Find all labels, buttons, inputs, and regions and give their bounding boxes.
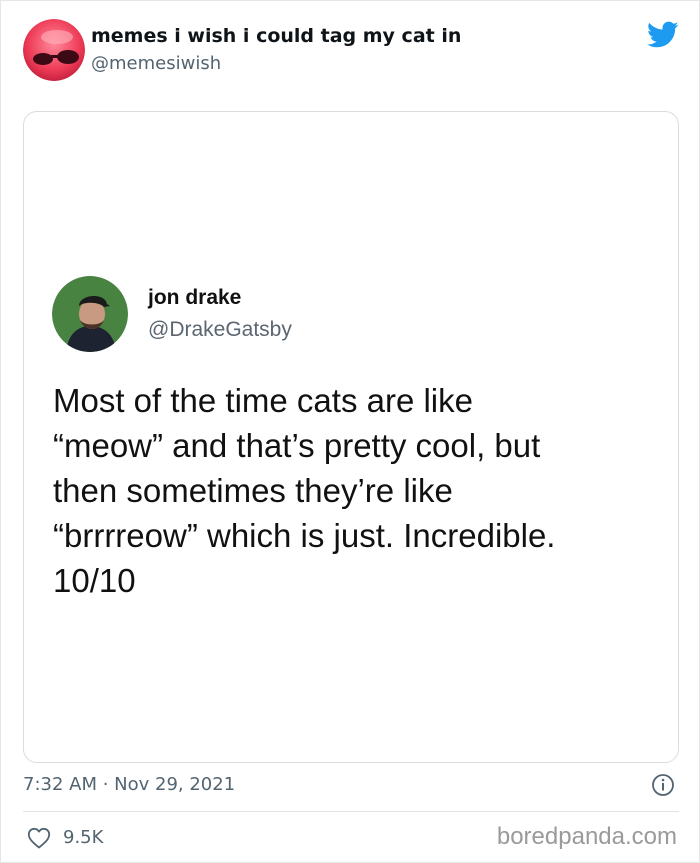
tweet-meta: 7:32 AM · Nov 29, 2021 [23, 771, 679, 801]
embedded-avatar-image [52, 276, 128, 352]
avatar-image [23, 19, 85, 81]
embedded-screenshot[interactable]: jon drake @DrakeGatsby Most of the time … [23, 111, 679, 763]
author-handle[interactable]: @memesiwish [91, 53, 221, 74]
watermark: boredpanda.com [496, 823, 677, 850]
embedded-avatar [52, 276, 128, 352]
avatar[interactable] [23, 19, 85, 81]
divider [23, 811, 679, 812]
embedded-text-line: “meow” and that’s pretty cool, but [53, 427, 541, 464]
timestamp[interactable]: 7:32 AM · Nov 29, 2021 [23, 774, 235, 795]
embedded-post-text: Most of the time cats are like “meow” an… [53, 378, 653, 603]
tweet-card: memes i wish i could tag my cat in @meme… [0, 0, 700, 863]
embedded-text-line: Most of the time cats are like [53, 382, 473, 419]
tweet-actions: 9.5K boredpanda.com [23, 821, 679, 855]
embedded-text-line: “brrrreow” which is just. Incredible. [53, 517, 556, 554]
like-count[interactable]: 9.5K [63, 827, 103, 848]
embedded-author-name: jon drake [148, 286, 242, 309]
embedded-text-line: then sometimes they’re like [53, 472, 453, 509]
info-icon[interactable] [651, 773, 675, 797]
author-name[interactable]: memes i wish i could tag my cat in [91, 25, 461, 47]
embedded-author-handle: @DrakeGatsby [148, 318, 292, 341]
twitter-bird-icon[interactable] [647, 21, 679, 49]
tweet-header: memes i wish i could tag my cat in @meme… [23, 19, 683, 83]
embedded-text-line: 10/10 [53, 562, 136, 599]
heart-icon[interactable] [27, 827, 51, 849]
